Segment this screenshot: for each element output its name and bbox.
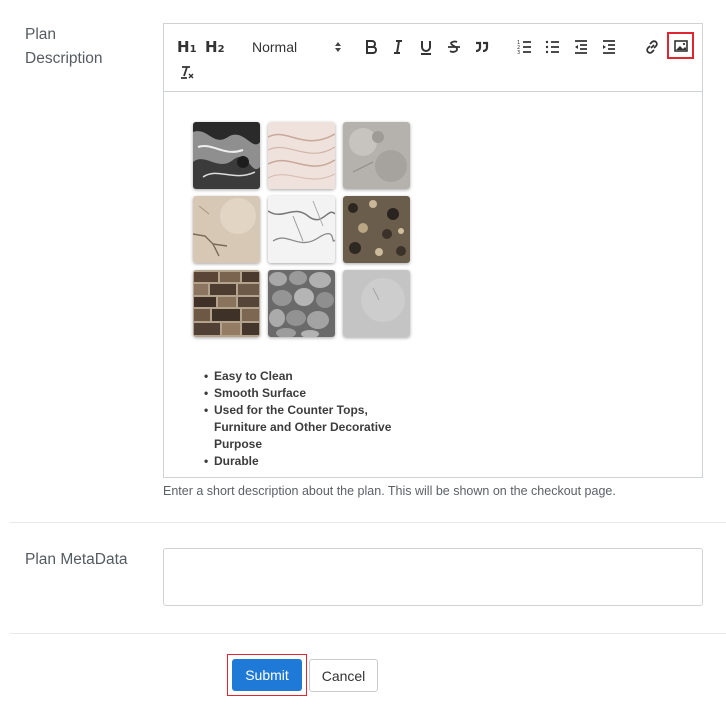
tile-grey-stone (343, 122, 410, 189)
plan-metadata-label: Plan MetaData (25, 551, 128, 568)
italic-icon[interactable] (386, 35, 410, 59)
submit-highlight: Submit (227, 654, 307, 696)
list-item: Smooth Surface (201, 385, 421, 402)
list-item: Easy to Clean (201, 368, 421, 385)
heading-1-button[interactable]: H1 (177, 37, 197, 57)
tile-stone-brick (193, 270, 260, 337)
strikethrough-icon[interactable] (442, 35, 466, 59)
h1-label: H (177, 38, 190, 56)
image-icon[interactable] (667, 32, 694, 59)
cancel-button[interactable]: Cancel (309, 659, 378, 692)
tile-grey-pebble (268, 270, 335, 337)
tile-grey-concrete (343, 270, 410, 337)
outdent-icon[interactable] (569, 35, 593, 59)
plan-description-label: Plan Description (25, 26, 103, 67)
features-list: Easy to Clean Smooth Surface Used for th… (201, 368, 421, 470)
clear-format-icon[interactable] (175, 60, 199, 84)
section-divider (10, 633, 726, 634)
select-arrows-icon (335, 42, 341, 52)
submit-button[interactable]: Submit (232, 659, 302, 691)
format-select-value: Normal (252, 39, 298, 55)
section-divider (10, 522, 726, 523)
tile-white-marble (268, 196, 335, 263)
plan-description-editor[interactable]: H1 H2 Normal 123 • Easy to Clean • Smoot… (163, 23, 703, 478)
editor-toolbar: H1 H2 Normal 123 (164, 24, 702, 92)
tile-black-marble (193, 122, 260, 189)
link-icon[interactable] (640, 35, 664, 59)
tile-beige-cracked (193, 196, 260, 263)
tile-pink-wave-marble (268, 122, 335, 189)
underline-icon[interactable] (414, 35, 438, 59)
plan-description-hint: Enter a short description about the plan… (163, 484, 616, 498)
ordered-list-icon[interactable]: 123 (513, 35, 537, 59)
list-item: Used for the Counter Tops, Furniture and… (201, 402, 421, 453)
blockquote-icon[interactable] (470, 35, 494, 59)
plan-metadata-input[interactable] (163, 548, 703, 606)
h1-sub: 1 (189, 43, 197, 55)
format-select[interactable]: Normal (252, 37, 342, 57)
indent-icon[interactable] (597, 35, 621, 59)
list-item: Durable (201, 453, 421, 470)
bold-icon[interactable] (359, 35, 383, 59)
svg-text:3: 3 (517, 50, 520, 56)
tile-brown-granite (343, 196, 410, 263)
stone-textures-image (193, 122, 413, 340)
heading-2-button[interactable]: H2 (205, 37, 225, 57)
bullet-list-icon[interactable] (541, 35, 565, 59)
h2-label: H (205, 38, 218, 56)
h2-sub: 2 (217, 43, 225, 55)
